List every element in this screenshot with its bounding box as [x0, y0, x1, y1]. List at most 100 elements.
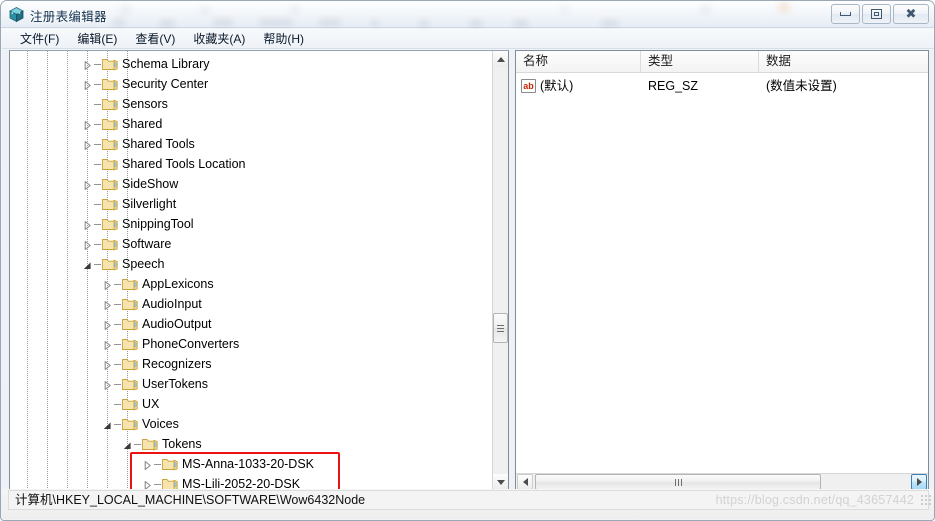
scroll-right-button[interactable] [911, 474, 927, 490]
registry-values-pane[interactable]: 名称 类型 数据 ab (默认) REG_SZ (数值未设置) [515, 50, 929, 491]
tree-item-software[interactable]: Software [10, 234, 495, 254]
folder-icon [122, 317, 138, 331]
menu-item-help[interactable]: 帮助(H) [254, 30, 313, 48]
tree-item-recognizers[interactable]: Recognizers [10, 354, 495, 374]
expander-collapsed-icon[interactable] [102, 358, 113, 370]
tree-item-security-center[interactable]: Security Center [10, 74, 495, 94]
column-header-data[interactable]: 数据 [759, 51, 928, 72]
expander-collapsed-icon[interactable] [82, 238, 93, 250]
expander-collapsed-icon[interactable] [142, 458, 153, 470]
folder-icon [102, 197, 118, 211]
tree-connector [94, 124, 101, 125]
folder-icon [122, 397, 138, 411]
tree-item-label: Tokens [162, 437, 202, 451]
resize-grip[interactable] [921, 495, 932, 506]
expander-collapsed-icon[interactable] [142, 478, 153, 490]
expander-collapsed-icon[interactable] [102, 278, 113, 290]
minimize-button[interactable] [831, 4, 860, 24]
maximize-button[interactable] [862, 4, 891, 24]
expander-collapsed-icon[interactable] [82, 118, 93, 130]
status-bar-field: 计算机\HKEY_LOCAL_MACHINE\SOFTWARE\Wow6432N… [8, 490, 929, 510]
expander-collapsed-icon[interactable] [102, 318, 113, 330]
menu-item-edit[interactable]: 编辑(E) [68, 30, 126, 48]
tree-item-shared[interactable]: Shared [10, 114, 495, 134]
expander-collapsed-icon[interactable] [82, 138, 93, 150]
scroll-up-button[interactable] [493, 51, 508, 67]
registry-path: 计算机\HKEY_LOCAL_MACHINE\SOFTWARE\Wow6432N… [15, 493, 366, 507]
expander-collapsed-icon[interactable] [102, 298, 113, 310]
tree-item-audiooutput[interactable]: AudioOutput [10, 314, 495, 334]
tree-item-voices[interactable]: Voices [10, 414, 495, 434]
tree-item-label: Sensors [122, 97, 168, 111]
tree-item-shared-tools[interactable]: Shared Tools [10, 134, 495, 154]
folder-icon [162, 457, 178, 471]
tree-connector [94, 224, 101, 225]
tree-item-label: Voices [142, 417, 179, 431]
tree-item-ux[interactable]: UX [10, 394, 495, 414]
expander-expanded-icon[interactable] [102, 418, 113, 429]
tree-item-ms-anna-1033-20-dsk[interactable]: MS-Anna-1033-20-DSK [10, 454, 495, 474]
tree-item-phoneconverters[interactable]: PhoneConverters [10, 334, 495, 354]
column-header-name[interactable]: 名称 [516, 51, 641, 72]
chevron-up-icon [496, 56, 505, 62]
tree-connector [94, 244, 101, 245]
menu-item-file[interactable]: 文件(F) [11, 30, 68, 48]
aero-artifact [701, 5, 710, 14]
list-scrollbar-thumb[interactable] [535, 474, 821, 490]
registry-tree-pane[interactable]: Schema Library Security Center Sensors Shar… [9, 50, 509, 491]
aero-artifact [291, 5, 299, 13]
expander-collapsed-icon[interactable] [82, 178, 93, 190]
tree-item-label: Recognizers [142, 357, 212, 371]
expander-expanded-icon[interactable] [82, 258, 93, 269]
tree-item-audioinput[interactable]: AudioInput [10, 294, 495, 314]
tree-item-snippingtool[interactable]: SnippingTool [10, 214, 495, 234]
tree-item-tokens[interactable]: Tokens [10, 434, 495, 454]
expander-collapsed-icon[interactable] [82, 78, 93, 90]
tree-vertical-scrollbar[interactable] [492, 51, 508, 490]
tree-item-sideshow[interactable]: SideShow [10, 174, 495, 194]
tree-item-label: Shared [122, 117, 163, 131]
expander-collapsed-icon[interactable] [102, 378, 113, 390]
tree-item-speech[interactable]: Speech [10, 254, 495, 274]
tree-connector [94, 204, 101, 205]
table-row[interactable]: ab (默认) REG_SZ (数值未设置) [516, 77, 928, 96]
tree-connector [94, 164, 101, 165]
tree-item-label: AppLexicons [142, 277, 214, 291]
tree-item-applexicons[interactable]: AppLexicons [10, 274, 495, 294]
folder-icon [142, 437, 158, 451]
tree-connector [114, 404, 121, 405]
tree-item-silverlight[interactable]: Silverlight [10, 194, 495, 214]
list-horizontal-scrollbar[interactable] [516, 473, 928, 490]
tree-item-label: UX [142, 397, 160, 411]
folder-icon [122, 357, 138, 371]
column-header-type[interactable]: 类型 [641, 51, 759, 72]
menu-item-favorites[interactable]: 收藏夹(A) [184, 30, 254, 48]
expander-expanded-icon[interactable] [122, 438, 133, 449]
tree-scrollbar-thumb[interactable] [493, 313, 508, 343]
scroll-down-button[interactable] [493, 474, 508, 490]
menu-bar: 文件(F) 编辑(E) 查看(V) 收藏夹(A) 帮助(H) [2, 29, 934, 49]
folder-icon [122, 417, 138, 431]
registry-editor-window: 注册表编辑器 ✖ 文件(F) 编辑(E) 查看(V) 收藏夹(A) 帮助(H) … [0, 0, 935, 521]
tree-connector [94, 104, 101, 105]
aero-artifact [113, 19, 125, 26]
aero-artifact [469, 20, 483, 27]
scroll-left-button[interactable] [517, 474, 533, 490]
tree-item-label: Security Center [122, 77, 209, 91]
menu-item-view[interactable]: 查看(V) [126, 30, 184, 48]
tree-item-usertokens[interactable]: UserTokens [10, 374, 495, 394]
folder-icon [122, 297, 138, 311]
close-button[interactable]: ✖ [893, 4, 929, 24]
minimize-icon [840, 12, 851, 16]
aero-artifact [601, 20, 619, 27]
expander-collapsed-icon[interactable] [82, 58, 93, 70]
tree-item-schema-library[interactable]: Schema Library [10, 54, 495, 74]
expander-collapsed-icon[interactable] [102, 338, 113, 350]
tree-item-sensors[interactable]: Sensors [10, 94, 495, 114]
chevron-right-icon [916, 478, 922, 486]
expander-collapsed-icon[interactable] [82, 218, 93, 230]
folder-icon [102, 217, 118, 231]
string-value-icon: ab [521, 79, 536, 93]
tree-item-shared-tools-location[interactable]: Shared Tools Location [10, 154, 495, 174]
status-bar: 计算机\HKEY_LOCAL_MACHINE\SOFTWARE\Wow6432N… [2, 489, 934, 519]
